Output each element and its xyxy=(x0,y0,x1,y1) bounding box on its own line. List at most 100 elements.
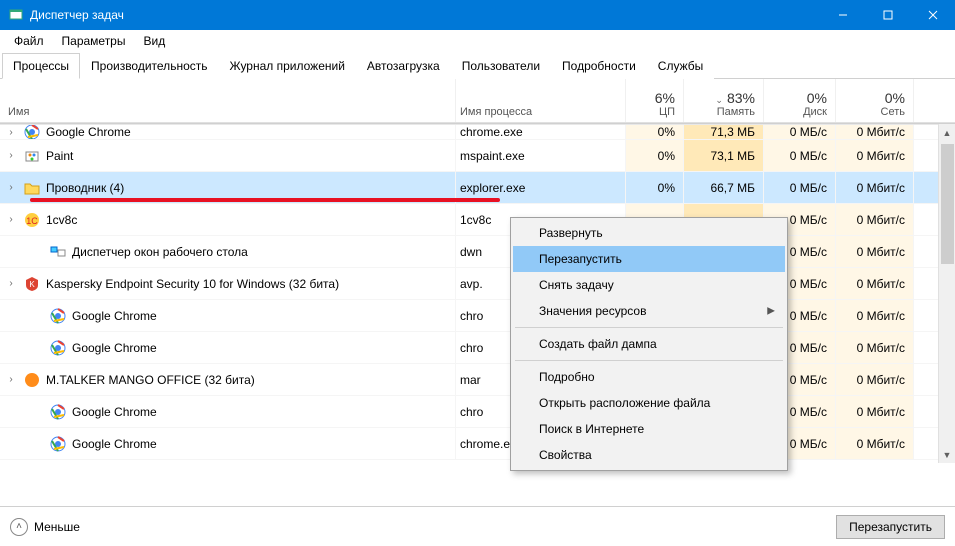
scroll-down-icon[interactable]: ▼ xyxy=(939,446,955,463)
expand-icon[interactable]: › xyxy=(4,182,18,193)
cell-cpu: 0% xyxy=(626,125,684,139)
process-name: Google Chrome xyxy=(46,125,131,139)
cell-cpu: 0% xyxy=(626,140,684,171)
process-name: Google Chrome xyxy=(72,405,157,419)
column-headers: Имя Имя процесса 6%ЦП ⌄83%Память 0%Диск … xyxy=(0,79,955,123)
process-list: ›Google Chromechrome.exe0%71,3 МБ0 МБ/с0… xyxy=(0,123,955,463)
cell-net: 0 Мбит/с xyxy=(836,364,914,395)
chrome-icon xyxy=(50,340,66,356)
table-row[interactable]: › Paint mspaint.exe0%73,1 МБ0 МБ/с0 Мбит/с xyxy=(0,140,955,172)
tab-0[interactable]: Процессы xyxy=(2,53,80,79)
cell-mem: 73,1 МБ xyxy=(684,140,764,171)
col-cpu[interactable]: 6%ЦП xyxy=(626,79,684,122)
svg-text:K: K xyxy=(29,280,35,289)
paint-icon xyxy=(24,148,40,164)
table-row[interactable]: ›Google Chromechro0 МБ/с0 Мбит/с xyxy=(0,332,955,364)
chrome-icon xyxy=(24,124,40,140)
tab-2[interactable]: Журнал приложений xyxy=(219,53,356,79)
context-menu-item[interactable]: Создать файл дампа xyxy=(513,331,785,357)
table-row[interactable]: ›Google Chromechrome.exe0%28,0 МБ0 МБ/с0… xyxy=(0,428,955,460)
cell-net: 0 Мбит/с xyxy=(836,204,914,235)
1c-icon: 1C xyxy=(24,212,40,228)
chrome-icon xyxy=(50,404,66,420)
cell-proc: chrome.exe xyxy=(456,125,626,139)
context-menu-item[interactable]: Поиск в Интернете xyxy=(513,416,785,442)
table-row[interactable]: ›Диспетчер окон рабочего столаdwn0 МБ/с0… xyxy=(0,236,955,268)
tab-5[interactable]: Подробности xyxy=(551,53,647,79)
maximize-button[interactable] xyxy=(865,0,910,30)
process-name: Google Chrome xyxy=(72,437,157,451)
menubar: Файл Параметры Вид xyxy=(0,30,955,52)
footer: ˄ Меньше Перезапустить xyxy=(0,506,955,546)
context-menu-item[interactable]: Свойства xyxy=(513,442,785,468)
expand-icon[interactable]: › xyxy=(4,127,18,138)
cell-proc: mspaint.exe xyxy=(456,140,626,171)
process-name: Kaspersky Endpoint Security 10 for Windo… xyxy=(46,277,339,291)
table-row[interactable]: ›Google Chromechro0 МБ/с0 Мбит/с xyxy=(0,396,955,428)
expand-icon[interactable]: › xyxy=(4,150,18,161)
menu-options[interactable]: Параметры xyxy=(54,32,134,50)
chrome-icon xyxy=(50,436,66,452)
tab-3[interactable]: Автозагрузка xyxy=(356,53,451,79)
process-name: Диспетчер окон рабочего стола xyxy=(72,245,248,259)
cell-net: 0 Мбит/с xyxy=(836,268,914,299)
expand-icon[interactable]: › xyxy=(4,278,18,289)
table-row[interactable]: ›Google Chromechro0 МБ/с0 Мбит/с xyxy=(0,300,955,332)
context-menu-item[interactable]: Подробно xyxy=(513,364,785,390)
context-menu-item[interactable]: Снять задачу xyxy=(513,272,785,298)
table-row[interactable]: ›Google Chromechrome.exe0%71,3 МБ0 МБ/с0… xyxy=(0,124,955,140)
context-menu-item[interactable]: Открыть расположение файла xyxy=(513,390,785,416)
col-memory[interactable]: ⌄83%Память xyxy=(684,79,764,122)
restart-button[interactable]: Перезапустить xyxy=(836,515,945,539)
submenu-arrow-icon: ▶ xyxy=(767,306,775,317)
tab-4[interactable]: Пользователи xyxy=(451,53,551,79)
titlebar: Диспетчер задач xyxy=(0,0,955,30)
scrollbar[interactable]: ▲ ▼ xyxy=(938,124,955,463)
menu-separator xyxy=(515,360,783,361)
cell-net: 0 Мбит/с xyxy=(836,300,914,331)
app-icon xyxy=(8,7,24,23)
scrollbar-thumb[interactable] xyxy=(941,144,954,264)
context-menu-item[interactable]: Развернуть xyxy=(513,220,785,246)
cell-net: 0 Мбит/с xyxy=(836,125,914,139)
table-row[interactable]: ›M.TALKER MANGO OFFICE (32 бита)mar0 МБ/… xyxy=(0,364,955,396)
sort-indicator-icon: ⌄ xyxy=(715,95,723,105)
col-network[interactable]: 0%Сеть xyxy=(836,79,914,122)
expand-icon[interactable]: › xyxy=(4,214,18,225)
window-title: Диспетчер задач xyxy=(30,8,820,22)
context-menu-item[interactable]: Перезапустить xyxy=(513,246,785,272)
minimize-button[interactable] xyxy=(820,0,865,30)
annotation-underline xyxy=(30,198,500,202)
tab-1[interactable]: Производительность xyxy=(80,53,218,79)
tab-6[interactable]: Службы xyxy=(647,53,714,79)
menu-file[interactable]: Файл xyxy=(6,32,52,50)
chrome-icon xyxy=(50,308,66,324)
cell-net: 0 Мбит/с xyxy=(836,396,914,427)
tabstrip: ПроцессыПроизводительностьЖурнал приложе… xyxy=(0,52,955,79)
cell-net: 0 Мбит/с xyxy=(836,140,914,171)
col-disk[interactable]: 0%Диск xyxy=(764,79,836,122)
chevron-up-icon: ˄ xyxy=(10,518,28,536)
svg-text:1C: 1C xyxy=(26,216,38,226)
scroll-up-icon[interactable]: ▲ xyxy=(939,124,955,141)
process-name: M.TALKER MANGO OFFICE (32 бита) xyxy=(46,373,255,387)
expand-icon[interactable]: › xyxy=(4,374,18,385)
menu-separator xyxy=(515,327,783,328)
process-name: 1cv8c xyxy=(46,213,77,227)
cell-net: 0 Мбит/с xyxy=(836,236,914,267)
process-name: Проводник (4) xyxy=(46,181,124,195)
context-menu-item[interactable]: Значения ресурсов▶ xyxy=(513,298,785,324)
fewer-details-button[interactable]: ˄ Меньше xyxy=(10,518,80,536)
table-row[interactable]: › K Kaspersky Endpoint Security 10 for Win… xyxy=(0,268,955,300)
cell-disk: 0 МБ/с xyxy=(764,140,836,171)
col-name[interactable]: Имя xyxy=(0,79,456,122)
cell-disk: 0 МБ/с xyxy=(764,172,836,203)
table-row[interactable]: ›1C1cv8c1cv8c0 МБ/с0 Мбит/с xyxy=(0,204,955,236)
process-name: Google Chrome xyxy=(72,309,157,323)
col-process[interactable]: Имя процесса xyxy=(456,79,626,122)
menu-view[interactable]: Вид xyxy=(135,32,173,50)
process-name: Paint xyxy=(46,149,73,163)
cell-mem: 66,7 МБ xyxy=(684,172,764,203)
close-button[interactable] xyxy=(910,0,955,30)
context-menu: РазвернутьПерезапуститьСнять задачуЗначе… xyxy=(510,217,788,471)
